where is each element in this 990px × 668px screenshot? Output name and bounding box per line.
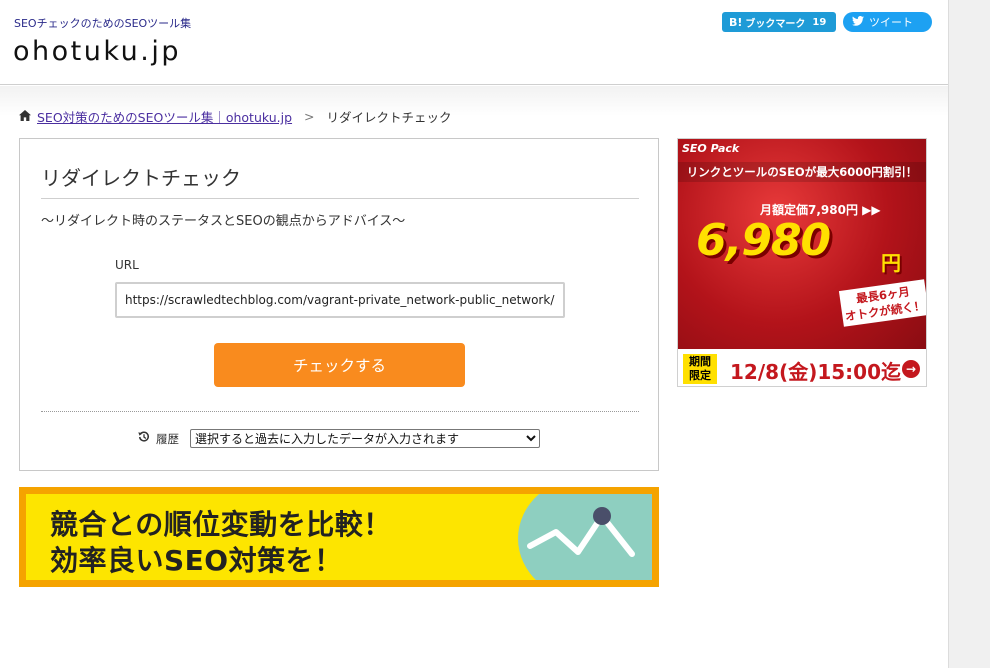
ad-footer: 期間 限定 12/8(金)15:00迄 →: [678, 349, 926, 386]
tweet-button[interactable]: ツイート: [843, 12, 932, 32]
breadcrumb: SEO対策のためのSEOツール集｜ohotuku.jp > リダイレクトチェック: [19, 107, 452, 126]
page-title: リダイレクトチェック: [41, 166, 241, 190]
ad-headline: リンクとツールのSEOが最大6000円割引！: [678, 162, 926, 182]
history-row: 履歴 選択すると過去に入力したデータが入力されます: [138, 429, 540, 448]
banner-line-2: 効率良いSEO対策を！: [50, 544, 343, 577]
seo-pack-ad[interactable]: SEO Pack リンクとツールのSEOが最大6000円割引！ 月額定価7,98…: [677, 138, 927, 387]
redirect-check-panel: リダイレクトチェック 〜リダイレクト時のステータスとSEOの観点からアドバイス〜…: [19, 138, 659, 471]
ad-deadline: 12/8(金)15:00迄: [730, 360, 901, 384]
site-header: SEOチェックのためのSEOツール集 ohotuku.jp B! ブックマーク …: [0, 0, 948, 85]
check-button[interactable]: チェックする: [214, 343, 465, 387]
ad-brand: SEO Pack: [682, 142, 740, 155]
breadcrumb-current: リダイレクトチェック: [326, 110, 452, 125]
ad-limited-badge: 期間 限定: [683, 354, 717, 384]
arrow-right-icon: →: [902, 360, 920, 378]
ad-price-unit: 円: [881, 251, 901, 275]
hatena-bookmark-button[interactable]: B! ブックマーク 19: [722, 12, 836, 32]
url-input[interactable]: [115, 282, 565, 318]
title-divider: [41, 198, 639, 199]
page-scrollbar-gutter[interactable]: [948, 0, 990, 668]
history-label: 履歴: [156, 431, 179, 446]
history-icon: [138, 431, 150, 446]
twitter-bird-icon: [852, 15, 864, 29]
ad-price: 6,980: [696, 215, 831, 266]
rank-compare-banner[interactable]: 競合との順位変動を比較！ 効率良いSEO対策を！: [19, 487, 659, 587]
url-label: URL: [115, 258, 139, 272]
ad-limited-line-2: 限定: [689, 369, 711, 382]
home-icon: [19, 109, 31, 124]
dotted-divider: [41, 411, 639, 412]
tweet-label: ツイート: [869, 16, 913, 29]
breadcrumb-separator: >: [304, 109, 315, 124]
hatena-b-icon: B!: [729, 15, 743, 29]
hatena-bookmark-label: ブックマーク: [745, 18, 806, 30]
ad-limited-line-1: 期間: [689, 355, 711, 368]
page-subtitle: 〜リダイレクト時のステータスとSEOの観点からアドバイス〜: [41, 214, 406, 229]
breadcrumb-home-link[interactable]: SEO対策のためのSEOツール集｜ohotuku.jp: [37, 107, 292, 126]
site-tagline: SEOチェックのためのSEOツール集: [14, 17, 192, 30]
line-chart-icon: [526, 502, 636, 568]
banner-line-1: 競合との順位変動を比較！: [50, 508, 392, 541]
hatena-bookmark-count: 19: [812, 16, 827, 28]
site-logo[interactable]: ohotuku.jp: [13, 36, 181, 67]
banner-inner: 競合との順位変動を比較！ 効率良いSEO対策を！: [26, 494, 652, 580]
history-select[interactable]: 選択すると過去に入力したデータが入力されます: [190, 429, 540, 448]
